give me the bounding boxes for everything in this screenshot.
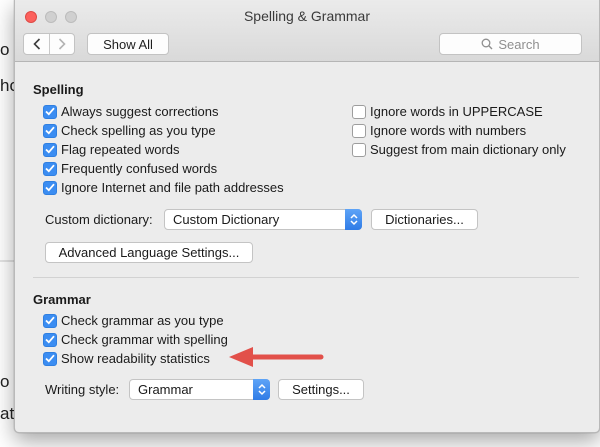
updown-chevrons-icon — [345, 209, 362, 230]
ignore-uppercase-option[interactable]: Ignore words in UPPERCASE — [352, 104, 543, 119]
title-bar: Spelling & Grammar Show All Search — [15, 0, 599, 62]
frequently-confused-words-option[interactable]: Frequently confused words — [43, 161, 217, 176]
show-all-button[interactable]: Show All — [87, 33, 169, 55]
magnifier-icon — [481, 38, 493, 50]
checkbox-checked[interactable] — [43, 104, 57, 119]
check-grammar-with-spelling-option[interactable]: Check grammar with spelling — [43, 332, 228, 347]
option-label: Check grammar as you type — [61, 313, 224, 328]
option-label: Show readability statistics — [61, 351, 210, 366]
checkbox-checked[interactable] — [43, 332, 57, 347]
checkmark-icon — [45, 145, 55, 154]
checkmark-icon — [45, 354, 55, 363]
navigation-buttons — [23, 33, 75, 55]
checkbox-checked[interactable] — [43, 161, 57, 176]
checkbox-checked[interactable] — [43, 142, 57, 157]
checkbox-unchecked[interactable] — [352, 104, 366, 119]
background-text: o — [0, 40, 10, 59]
custom-dictionary-popup[interactable]: Custom Dictionary — [164, 209, 362, 230]
checkmark-icon — [45, 316, 55, 325]
checkmark-icon — [45, 164, 55, 173]
ignore-words-with-numbers-option[interactable]: Ignore words with numbers — [352, 123, 526, 138]
flag-repeated-words-option[interactable]: Flag repeated words — [43, 142, 180, 157]
custom-dictionary-value: Custom Dictionary — [173, 212, 280, 227]
background-text: o — [0, 372, 10, 391]
window-title: Spelling & Grammar — [243, 8, 371, 24]
grammar-heading: Grammar — [33, 292, 91, 307]
grammar-settings-button[interactable]: Settings... — [278, 379, 364, 400]
option-label: Flag repeated words — [61, 142, 180, 157]
checkbox-unchecked[interactable] — [352, 142, 366, 157]
updown-chevrons-icon — [253, 379, 270, 400]
option-label: Always suggest corrections — [61, 104, 219, 119]
always-suggest-corrections-option[interactable]: Always suggest corrections — [43, 104, 219, 119]
checkbox-checked[interactable] — [43, 123, 57, 138]
writing-style-popup[interactable]: Grammar — [129, 379, 270, 400]
checkbox-checked[interactable] — [43, 180, 57, 195]
back-button[interactable] — [24, 34, 49, 54]
annotation-arrow-icon — [229, 347, 324, 367]
checkmark-icon — [45, 183, 55, 192]
checkbox-checked[interactable] — [43, 313, 57, 328]
show-readability-statistics-option[interactable]: Show readability statistics — [43, 351, 210, 366]
spelling-heading: Spelling — [33, 82, 84, 97]
checkmark-icon — [45, 126, 55, 135]
search-field[interactable]: Search — [439, 33, 582, 55]
chevron-left-icon — [32, 38, 40, 50]
spelling-grammar-dialog: Spelling & Grammar Show All Search Spell… — [14, 0, 600, 433]
background-text: at — [0, 404, 15, 423]
suggest-main-dictionary-option[interactable]: Suggest from main dictionary only — [352, 142, 566, 157]
option-label: Ignore words in UPPERCASE — [370, 104, 543, 119]
checkbox-unchecked[interactable] — [352, 123, 366, 138]
option-label: Frequently confused words — [61, 161, 218, 176]
option-label: Check spelling as you type — [61, 123, 216, 138]
option-label: Check grammar with spelling — [61, 332, 228, 347]
checkbox-checked[interactable] — [43, 351, 57, 366]
advanced-language-settings-button[interactable]: Advanced Language Settings... — [45, 242, 253, 263]
forward-button[interactable] — [49, 34, 74, 54]
writing-style-value: Grammar — [138, 382, 193, 397]
section-divider — [33, 277, 579, 278]
dictionaries-button[interactable]: Dictionaries... — [371, 209, 478, 230]
custom-dictionary-label: Custom dictionary: — [45, 212, 153, 227]
ignore-internet-addresses-option[interactable]: Ignore Internet and file path addresses — [43, 180, 284, 195]
checkmark-icon — [45, 335, 55, 344]
option-label: Ignore words with numbers — [370, 123, 527, 138]
option-label: Suggest from main dictionary only — [370, 142, 566, 157]
search-placeholder: Search — [498, 36, 540, 52]
check-spelling-as-you-type-option[interactable]: Check spelling as you type — [43, 123, 216, 138]
checkmark-icon — [45, 107, 55, 116]
writing-style-label: Writing style: — [45, 382, 120, 397]
option-label: Ignore Internet and file path addresses — [61, 180, 284, 195]
check-grammar-as-you-type-option[interactable]: Check grammar as you type — [43, 313, 224, 328]
chevron-right-icon — [58, 38, 66, 50]
